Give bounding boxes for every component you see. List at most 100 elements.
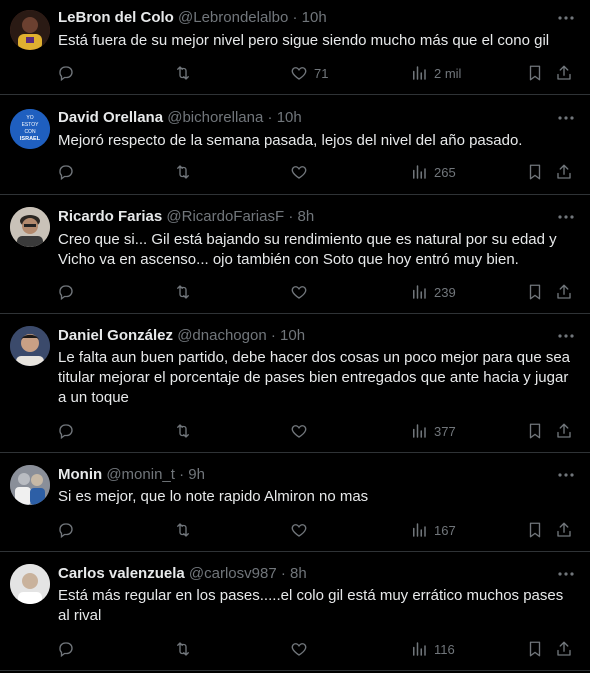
author-handle[interactable]: @bichorellana <box>167 109 263 126</box>
views-button[interactable]: 265 <box>410 162 456 182</box>
reply-button[interactable] <box>57 282 75 302</box>
bookmark-button[interactable] <box>526 162 544 182</box>
views-button[interactable]: 116 <box>410 639 455 659</box>
more-icon[interactable] <box>556 326 576 346</box>
tweet-time[interactable]: 10h <box>302 9 327 26</box>
share-button[interactable] <box>555 162 573 182</box>
author-name[interactable]: LeBron del Colo <box>58 9 174 26</box>
like-button[interactable] <box>290 162 308 182</box>
share-button[interactable] <box>555 520 573 540</box>
author-handle[interactable]: @carlosv987 <box>189 565 277 582</box>
time-separator: · <box>267 109 273 126</box>
share-button[interactable] <box>555 421 573 441</box>
avatar-text: ESTOY <box>22 122 40 128</box>
retweet-button[interactable] <box>174 639 192 659</box>
retweet-icon <box>174 64 192 82</box>
like-count: 71 <box>314 65 329 81</box>
like-button[interactable] <box>290 282 308 302</box>
bookmark-icon <box>526 640 544 658</box>
bookmark-button[interactable] <box>526 282 544 302</box>
views-count: 377 <box>434 423 456 439</box>
author-name[interactable]: David Orellana <box>58 109 163 126</box>
retweet-button[interactable] <box>174 63 192 83</box>
tweet-time[interactable]: 10h <box>277 109 302 126</box>
share-button[interactable] <box>555 639 573 659</box>
more-icon[interactable] <box>556 564 576 584</box>
avatar[interactable]: YO ESTOY CON ISRAEL <box>10 109 50 149</box>
heart-icon <box>290 422 308 440</box>
author-handle[interactable]: @dnachogon <box>177 327 266 344</box>
retweet-button[interactable] <box>174 421 192 441</box>
tweet[interactable]: LeBron del Colo @Lebrondelalbo · 10h Est… <box>0 0 590 95</box>
author-name[interactable]: Ricardo Farias <box>58 208 162 225</box>
bookmark-button[interactable] <box>526 520 544 540</box>
retweet-button[interactable] <box>174 520 192 540</box>
author-handle[interactable]: @monin_t <box>106 466 175 483</box>
like-button[interactable]: 71 <box>290 63 328 83</box>
share-icon <box>555 283 573 301</box>
author-handle[interactable]: @RicardoFariasF <box>166 208 284 225</box>
views-button[interactable]: 377 <box>410 421 456 441</box>
views-count: 167 <box>434 522 456 538</box>
retweet-button[interactable] <box>174 162 192 182</box>
bookmark-icon <box>526 422 544 440</box>
bookmark-button[interactable] <box>526 639 544 659</box>
bookmark-button[interactable] <box>526 63 544 83</box>
time-separator: · <box>292 9 298 26</box>
tweet[interactable]: Ricardo Farias @RicardoFariasF · 8h Creo… <box>0 195 590 314</box>
views-button[interactable]: 167 <box>410 520 456 540</box>
retweet-button[interactable] <box>174 282 192 302</box>
heart-icon <box>290 283 308 301</box>
tweet-text: Está más regular en los pases.....el col… <box>58 587 564 624</box>
tweet[interactable]: Monin @monin_t · 9h Si es mejor, que lo … <box>0 453 590 552</box>
time-separator: · <box>288 208 294 225</box>
avatar[interactable] <box>10 465 50 505</box>
tweet-time[interactable]: 8h <box>298 208 315 225</box>
reply-button[interactable] <box>57 162 75 182</box>
tweet-time[interactable]: 9h <box>188 466 205 483</box>
reply-button[interactable] <box>57 520 75 540</box>
avatar-text: ISRAEL <box>20 136 41 142</box>
views-count: 239 <box>434 284 456 300</box>
tweet[interactable]: Daniel González @dnachogon · 10h Le falt… <box>0 314 590 453</box>
share-icon <box>555 521 573 539</box>
like-button[interactable] <box>290 520 308 540</box>
retweet-icon <box>174 640 192 658</box>
avatar[interactable] <box>10 207 50 247</box>
avatar[interactable] <box>10 10 50 50</box>
more-icon[interactable] <box>556 465 576 485</box>
tweet-time[interactable]: 8h <box>290 565 307 582</box>
reply-button[interactable] <box>57 63 75 83</box>
reply-button[interactable] <box>57 421 75 441</box>
tweet-time[interactable]: 10h <box>280 327 305 344</box>
more-icon[interactable] <box>556 8 576 28</box>
views-icon <box>410 64 428 82</box>
tweet-text: Mejoró respecto de la semana pasada, lej… <box>58 132 523 149</box>
retweet-icon <box>174 283 192 301</box>
share-icon <box>555 640 573 658</box>
reply-icon <box>57 283 75 301</box>
avatar-text: CON <box>24 129 36 135</box>
like-button[interactable] <box>290 639 308 659</box>
reply-icon <box>57 64 75 82</box>
retweet-icon <box>174 422 192 440</box>
author-name[interactable]: Monin <box>58 466 102 483</box>
bookmark-button[interactable] <box>526 421 544 441</box>
bookmark-icon <box>526 521 544 539</box>
views-button[interactable]: 239 <box>410 282 456 302</box>
share-button[interactable] <box>555 63 573 83</box>
more-icon[interactable] <box>556 108 576 128</box>
author-handle[interactable]: @Lebrondelalbo <box>178 9 288 26</box>
like-button[interactable] <box>290 421 308 441</box>
views-button[interactable]: 2 mil <box>410 63 461 83</box>
reply-button[interactable] <box>57 639 75 659</box>
tweet[interactable]: YO ESTOY CON ISRAEL David Orellana @bich… <box>0 95 590 195</box>
author-name[interactable]: Carlos valenzuela <box>58 565 185 582</box>
avatar[interactable] <box>10 564 50 604</box>
avatar[interactable] <box>10 326 50 366</box>
views-icon <box>410 163 428 181</box>
more-icon[interactable] <box>556 207 576 227</box>
tweet[interactable]: Carlos valenzuela @carlosv987 · 8h Está … <box>0 552 590 671</box>
author-name[interactable]: Daniel González <box>58 327 173 344</box>
share-button[interactable] <box>555 282 573 302</box>
